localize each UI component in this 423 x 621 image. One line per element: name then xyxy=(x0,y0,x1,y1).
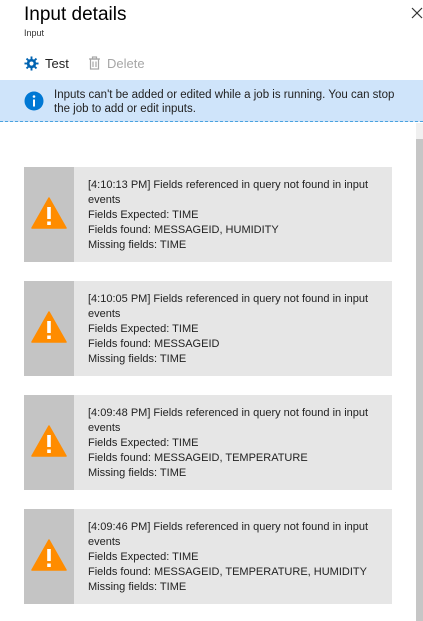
page-subtitle: Input xyxy=(24,28,45,38)
warning-icon xyxy=(31,197,67,229)
event-headline: [4:09:48 PM] Fields referenced in query … xyxy=(88,407,369,434)
event-card: [4:10:13 PM] Fields referenced in query … xyxy=(24,167,392,262)
event-message: [4:09:46 PM] Fields referenced in query … xyxy=(88,520,388,595)
info-icon xyxy=(24,91,44,111)
event-message: [4:10:05 PM] Fields referenced in query … xyxy=(88,292,388,367)
delete-button[interactable]: Delete xyxy=(88,54,145,72)
delete-button-label: Delete xyxy=(107,55,145,71)
event-missing-fields: Missing fields: TIME xyxy=(88,353,187,365)
event-missing-fields: Missing fields: TIME xyxy=(88,467,187,479)
event-fields-found: Fields found: MESSAGEID, HUMIDITY xyxy=(88,224,279,236)
event-fields-expected: Fields Expected: TIME xyxy=(88,551,199,563)
event-headline: [4:10:05 PM] Fields referenced in query … xyxy=(88,293,369,320)
trash-icon xyxy=(89,56,100,70)
info-banner-text: Inputs can't be added or edited while a … xyxy=(54,89,395,115)
event-fields-expected: Fields Expected: TIME xyxy=(88,323,199,335)
event-missing-fields: Missing fields: TIME xyxy=(88,581,187,593)
event-fields-expected: Fields Expected: TIME xyxy=(88,437,199,449)
scrollbar-thumb[interactable] xyxy=(416,139,423,621)
event-icon-column xyxy=(24,509,74,604)
input-details-panel: Input details Input Test Delete Inputs c… xyxy=(0,0,423,621)
gear-icon xyxy=(24,55,39,71)
event-missing-fields: Missing fields: TIME xyxy=(88,239,187,251)
event-icon-column xyxy=(24,395,74,490)
warning-icon xyxy=(31,539,67,571)
event-fields-found: Fields found: MESSAGEID, TEMPERATURE, HU… xyxy=(88,566,367,578)
event-fields-found: Fields found: MESSAGEID xyxy=(88,338,220,350)
warning-icon xyxy=(31,311,67,343)
event-fields-found: Fields found: MESSAGEID, TEMPERATURE xyxy=(88,452,308,464)
close-icon xyxy=(411,7,423,19)
event-headline: [4:10:13 PM] Fields referenced in query … xyxy=(88,179,369,206)
event-fields-expected: Fields Expected: TIME xyxy=(88,209,199,221)
event-message: [4:09:48 PM] Fields referenced in query … xyxy=(88,406,388,481)
event-icon-column xyxy=(24,281,74,376)
info-banner: Inputs can't be added or edited while a … xyxy=(0,80,423,122)
test-button[interactable]: Test xyxy=(24,54,69,72)
event-card: [4:09:46 PM] Fields referenced in query … xyxy=(24,509,392,604)
page-title: Input details xyxy=(24,4,127,25)
event-headline: [4:09:46 PM] Fields referenced in query … xyxy=(88,521,369,548)
test-button-label: Test xyxy=(45,55,69,71)
event-message: [4:10:13 PM] Fields referenced in query … xyxy=(88,178,388,253)
warning-icon xyxy=(31,425,67,457)
event-card: [4:10:05 PM] Fields referenced in query … xyxy=(24,281,392,376)
close-button[interactable] xyxy=(410,6,423,22)
event-icon-column xyxy=(24,167,74,262)
event-card: [4:09:48 PM] Fields referenced in query … xyxy=(24,395,392,490)
